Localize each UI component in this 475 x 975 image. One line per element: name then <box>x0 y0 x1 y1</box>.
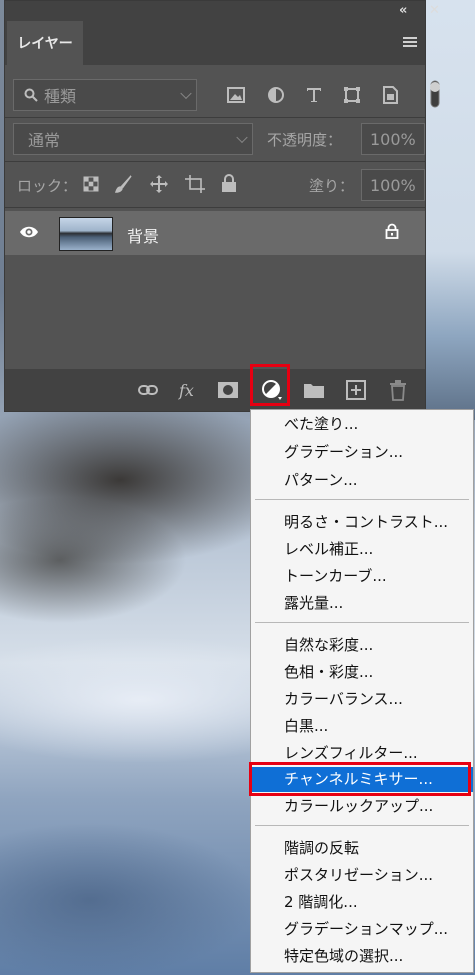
fill-value: 100% <box>370 175 416 195</box>
text-filter-icon[interactable] <box>305 86 323 104</box>
layer-lock-icon[interactable] <box>385 223 399 239</box>
lock-image-pixels-icon[interactable] <box>115 175 133 193</box>
smart-object-filter-icon[interactable] <box>381 85 399 105</box>
panel-title-bar: « ✕ <box>5 1 440 21</box>
menu-item-color-lookup[interactable]: カラールックアップ... <box>251 794 473 819</box>
adjustment-button-highlight <box>250 364 290 406</box>
filter-kind-select[interactable]: 種類 <box>13 79 197 111</box>
new-layer-icon[interactable] <box>345 379 367 401</box>
divider <box>5 117 425 118</box>
image-filter-icon[interactable] <box>227 87 245 103</box>
menu-item-posterize[interactable]: ポスタリゼーション... <box>251 863 473 888</box>
filter-toggle-switch[interactable] <box>429 79 441 109</box>
fx-icon[interactable]: fx <box>177 379 199 401</box>
background-photo-right <box>420 0 475 420</box>
new-group-folder-icon[interactable] <box>303 379 325 401</box>
panel-menu-icon[interactable] <box>403 37 417 49</box>
blend-mode-select[interactable]: 通常 <box>13 123 253 155</box>
divider <box>5 161 425 162</box>
menu-item-solid-color[interactable]: べた塗り... <box>251 412 473 437</box>
menu-item-black-white[interactable]: 白黒... <box>251 714 473 739</box>
close-icon[interactable]: ✕ <box>429 3 440 18</box>
menu-item-color-balance[interactable]: カラーバランス... <box>251 687 473 712</box>
layers-panel: « ✕ レイヤー 種類 通常 不透明度： 100% ロック： 塗り： 100% … <box>4 0 440 412</box>
menu-divider <box>255 622 469 623</box>
filter-kind-label: 種類 <box>44 87 77 106</box>
menu-item-pattern[interactable]: パターン... <box>251 468 473 493</box>
menu-item-exposure[interactable]: 露光量... <box>251 591 473 616</box>
layer-mask-icon[interactable] <box>217 379 239 401</box>
tab-layers[interactable]: レイヤー <box>7 21 83 65</box>
layer-row[interactable]: 背景 <box>5 211 425 255</box>
panel-bottom-toolbar: fx <box>5 369 425 411</box>
search-icon <box>24 88 38 102</box>
lock-artboard-icon[interactable] <box>185 175 205 193</box>
menu-item-levels[interactable]: レベル補正... <box>251 537 473 562</box>
fill-label: 塗り： <box>309 177 355 195</box>
panel-tab-row: レイヤー <box>5 21 425 65</box>
lock-all-icon[interactable] <box>221 174 237 193</box>
shape-filter-icon[interactable] <box>343 86 361 104</box>
menu-item-gradient-map[interactable]: グラデーションマップ... <box>251 917 473 942</box>
link-layers-icon[interactable] <box>137 379 159 401</box>
opacity-value: 100% <box>370 129 416 149</box>
menu-divider <box>255 825 469 826</box>
menu-item-hue-saturation[interactable]: 色相・彩度... <box>251 660 473 685</box>
opacity-label: 不透明度： <box>267 131 343 149</box>
menu-item-selective-color[interactable]: 特定色域の選択... <box>251 944 473 969</box>
channel-mixer-highlight <box>249 762 471 796</box>
fill-input[interactable]: 100% <box>361 169 425 201</box>
menu-item-gradient[interactable]: グラデーション... <box>251 440 473 465</box>
collapse-icon[interactable]: « <box>399 3 407 18</box>
divider <box>5 207 425 208</box>
blend-mode-label: 通常 <box>28 131 61 150</box>
layer-name: 背景 <box>127 227 160 246</box>
layer-thumbnail <box>59 217 113 251</box>
menu-item-curves[interactable]: トーンカーブ... <box>251 564 473 589</box>
opacity-input[interactable]: 100% <box>361 123 425 155</box>
adjustment-filter-icon[interactable] <box>267 86 285 104</box>
menu-divider <box>255 499 469 500</box>
lock-label: ロック： <box>17 177 78 195</box>
menu-item-invert[interactable]: 階調の反転 <box>251 836 473 861</box>
visibility-eye-icon[interactable] <box>19 225 39 239</box>
delete-trash-icon[interactable] <box>387 379 409 401</box>
lock-transparent-pixels-icon[interactable] <box>83 176 99 192</box>
adjustment-dropdown-menu: べた塗り... グラデーション... パターン... 明るさ・コントラスト...… <box>250 409 474 973</box>
menu-item-brightness-contrast[interactable]: 明るさ・コントラスト... <box>251 510 473 535</box>
lock-position-icon[interactable] <box>149 174 169 194</box>
menu-item-threshold[interactable]: 2 階調化... <box>251 890 473 915</box>
menu-item-vibrance[interactable]: 自然な彩度... <box>251 633 473 658</box>
svg-text:fx: fx <box>178 381 194 400</box>
